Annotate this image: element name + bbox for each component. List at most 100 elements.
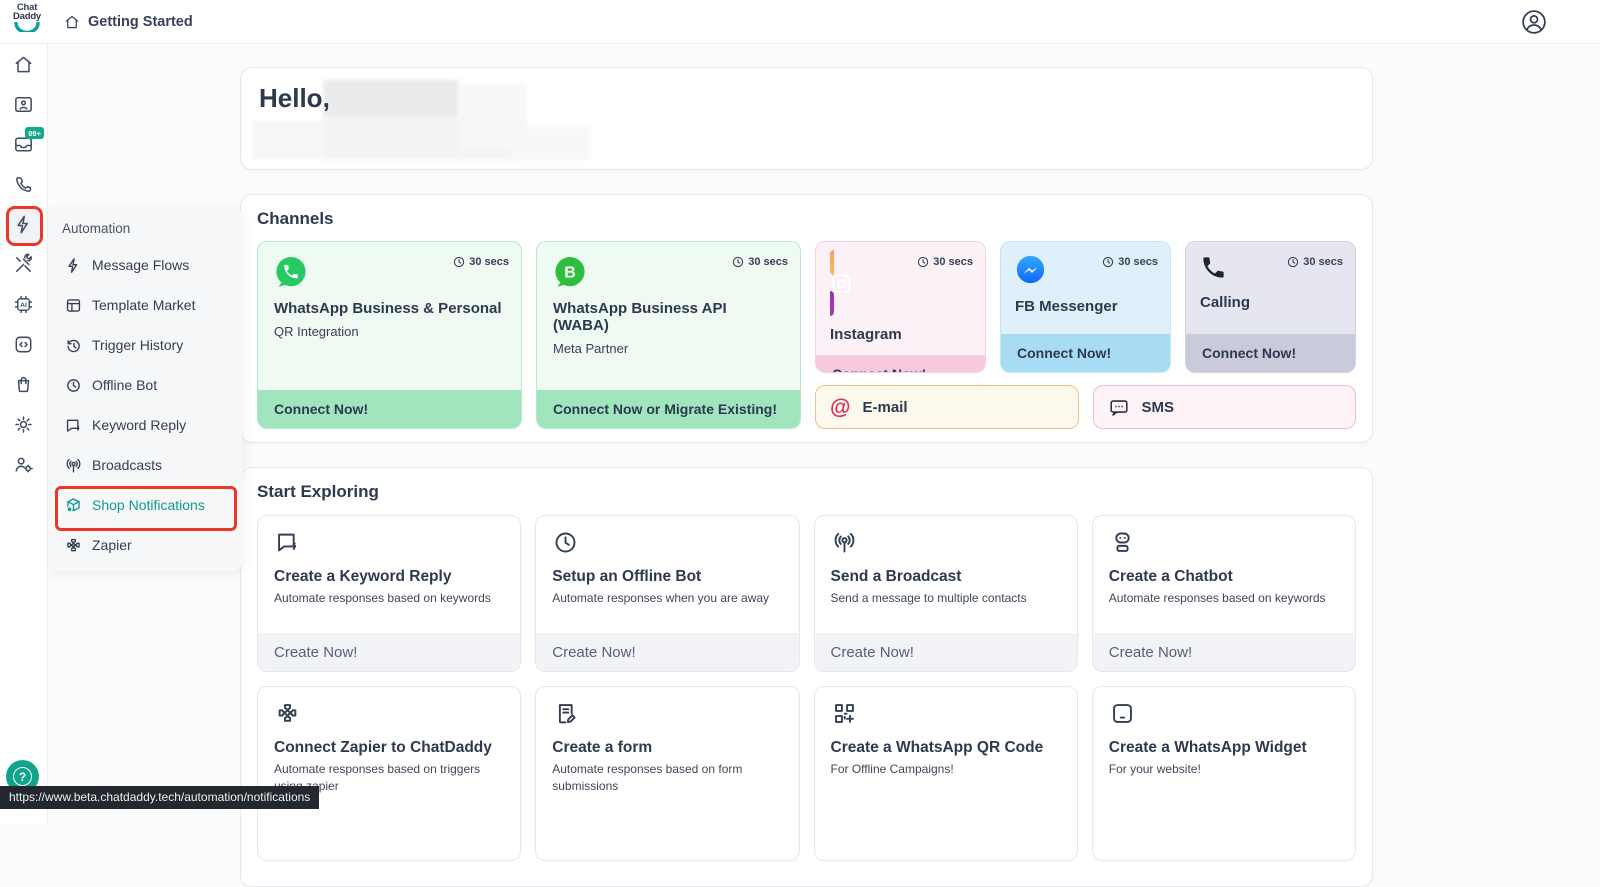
greeting-card: Hello,	[240, 67, 1373, 170]
clock-icon	[1287, 256, 1299, 268]
tools-icon[interactable]	[12, 253, 35, 276]
code-icon[interactable]	[12, 333, 35, 356]
explore-card-offline-bot[interactable]: Setup an Offline Bot Automate responses …	[535, 515, 799, 672]
submenu-item-offline-bot[interactable]: Offline Bot	[48, 365, 242, 405]
whatsapp-icon	[274, 255, 308, 289]
channel-card-instagram[interactable]: 30 secs Instagram Connect Now!	[815, 241, 986, 373]
connect-now-button[interactable]: Connect Now!	[1186, 334, 1355, 372]
greeting-text: Hello,	[259, 83, 330, 114]
waba-icon: B	[553, 255, 587, 289]
inbox-count-badge: 99+	[25, 127, 44, 139]
settings-icon[interactable]	[12, 413, 35, 436]
connect-now-button[interactable]: Connect Now!	[816, 355, 985, 373]
channels-section: Channels 30 secs WhatsApp Business & P	[240, 194, 1373, 443]
channel-title: FB Messenger	[1015, 298, 1156, 315]
ai-icon[interactable]: AI	[12, 293, 35, 316]
redacted-text	[513, 126, 591, 160]
channel-card-waba[interactable]: B 30 secs WhatsApp Business API (WABA) M…	[536, 241, 801, 429]
submenu-item-broadcasts[interactable]: Broadcasts	[48, 445, 242, 485]
channel-title: WhatsApp Business & Personal	[274, 300, 505, 317]
create-now-button[interactable]: Create Now!	[1093, 633, 1355, 671]
phone-icon[interactable]	[12, 173, 35, 196]
email-channel-button[interactable]: @ E-mail	[815, 385, 1079, 429]
logo-text: Chat Daddy	[8, 3, 46, 21]
clock-icon	[453, 256, 465, 268]
shop-box-icon	[64, 496, 83, 515]
submenu-item-template-market[interactable]: Template Market	[48, 285, 242, 325]
channel-title: Instagram	[830, 326, 971, 343]
form-icon	[552, 700, 579, 727]
channel-subtitle: Meta Partner	[553, 341, 784, 356]
qr-plus-icon	[831, 700, 858, 727]
explore-card-widget[interactable]: Create a WhatsApp Widget For your websit…	[1092, 686, 1356, 861]
clock-icon	[552, 529, 579, 556]
puzzle-icon	[64, 536, 83, 555]
create-now-button[interactable]: Create Now!	[815, 633, 1077, 671]
connect-now-button[interactable]: Connect Now!	[258, 390, 521, 428]
explore-title: Start Exploring	[257, 482, 1356, 502]
broadcast-icon	[831, 529, 858, 556]
clock-icon	[1102, 256, 1114, 268]
submenu-item-shop-notifications[interactable]: Shop Notifications	[48, 485, 242, 525]
explore-card-zapier[interactable]: Connect Zapier to ChatDaddy Automate res…	[257, 686, 521, 861]
channel-card-fb-messenger[interactable]: 30 secs FB Messenger Connect Now!	[1000, 241, 1171, 373]
clock-icon	[64, 376, 83, 395]
svg-text:AI: AI	[20, 302, 27, 309]
page-title: Getting Started	[88, 14, 193, 30]
timer-badge: 30 secs	[917, 256, 973, 268]
status-bar-url: https://www.beta.chatdaddy.tech/automati…	[0, 786, 319, 809]
puzzle-icon	[274, 700, 301, 727]
start-exploring-section: Start Exploring Create a Keyword Reply A…	[240, 467, 1373, 887]
explore-card-qr-code[interactable]: Create a WhatsApp QR Code For Offline Ca…	[814, 686, 1078, 861]
phone-icon	[1200, 254, 1227, 281]
submenu-item-message-flows[interactable]: Message Flows	[48, 245, 242, 285]
sms-channel-button[interactable]: SMS	[1093, 385, 1357, 429]
home-icon[interactable]	[63, 13, 81, 31]
submenu-item-trigger-history[interactable]: Trigger History	[48, 325, 242, 365]
timer-badge: 30 secs	[1102, 256, 1158, 268]
redacted-name	[323, 80, 459, 118]
create-now-button[interactable]: Create Now!	[258, 633, 520, 671]
top-bar: Chat Daddy Getting Started	[0, 0, 1600, 44]
contacts-icon[interactable]	[12, 93, 35, 116]
widget-icon	[1109, 700, 1136, 727]
template-icon	[64, 296, 83, 315]
channel-subtitle: QR Integration	[274, 324, 505, 339]
shop-icon[interactable]	[12, 373, 35, 396]
submenu-item-keyword-reply[interactable]: Keyword Reply	[48, 405, 242, 445]
timer-badge: 30 secs	[453, 256, 509, 268]
question-icon: ?	[13, 767, 32, 786]
explore-card-form[interactable]: Create a form Automate responses based o…	[535, 686, 799, 861]
timer-badge: 30 secs	[732, 256, 788, 268]
explore-card-chatbot[interactable]: Create a Chatbot Automate responses base…	[1092, 515, 1356, 672]
sidebar: 99+ AI	[0, 44, 48, 824]
chatdaddy-logo[interactable]: Chat Daddy	[8, 3, 46, 32]
chat-bolt-icon	[274, 529, 301, 556]
connect-now-button[interactable]: Connect Now or Migrate Existing!	[537, 390, 800, 428]
messenger-icon	[1015, 254, 1046, 285]
connect-now-button[interactable]: Connect Now!	[1001, 334, 1170, 372]
inbox-icon[interactable]: 99+	[12, 133, 35, 156]
home-nav-icon[interactable]	[12, 53, 35, 76]
robot-icon	[1109, 529, 1136, 556]
redacted-text	[253, 121, 325, 159]
channel-card-whatsapp[interactable]: 30 secs WhatsApp Business & Personal QR …	[257, 241, 522, 429]
at-icon: @	[830, 397, 850, 418]
clock-icon	[732, 256, 744, 268]
channel-card-calling[interactable]: 30 secs Calling Connect Now!	[1185, 241, 1356, 373]
automation-icon[interactable]	[12, 213, 35, 236]
explore-card-broadcast[interactable]: Send a Broadcast Send a message to multi…	[814, 515, 1078, 672]
channels-title: Channels	[257, 209, 1356, 229]
lightning-icon	[64, 256, 83, 275]
team-icon[interactable]	[12, 453, 35, 476]
avatar[interactable]	[1520, 8, 1548, 36]
broadcast-icon	[64, 456, 83, 475]
submenu-item-zapier[interactable]: Zapier	[48, 525, 242, 565]
explore-card-keyword-reply[interactable]: Create a Keyword Reply Automate response…	[257, 515, 521, 672]
history-icon	[64, 336, 83, 355]
chat-alert-icon	[64, 416, 83, 435]
submenu-header: Automation	[48, 219, 242, 245]
timer-badge: 30 secs	[1287, 256, 1343, 268]
channel-title: WhatsApp Business API (WABA)	[553, 300, 784, 334]
create-now-button[interactable]: Create Now!	[536, 633, 798, 671]
